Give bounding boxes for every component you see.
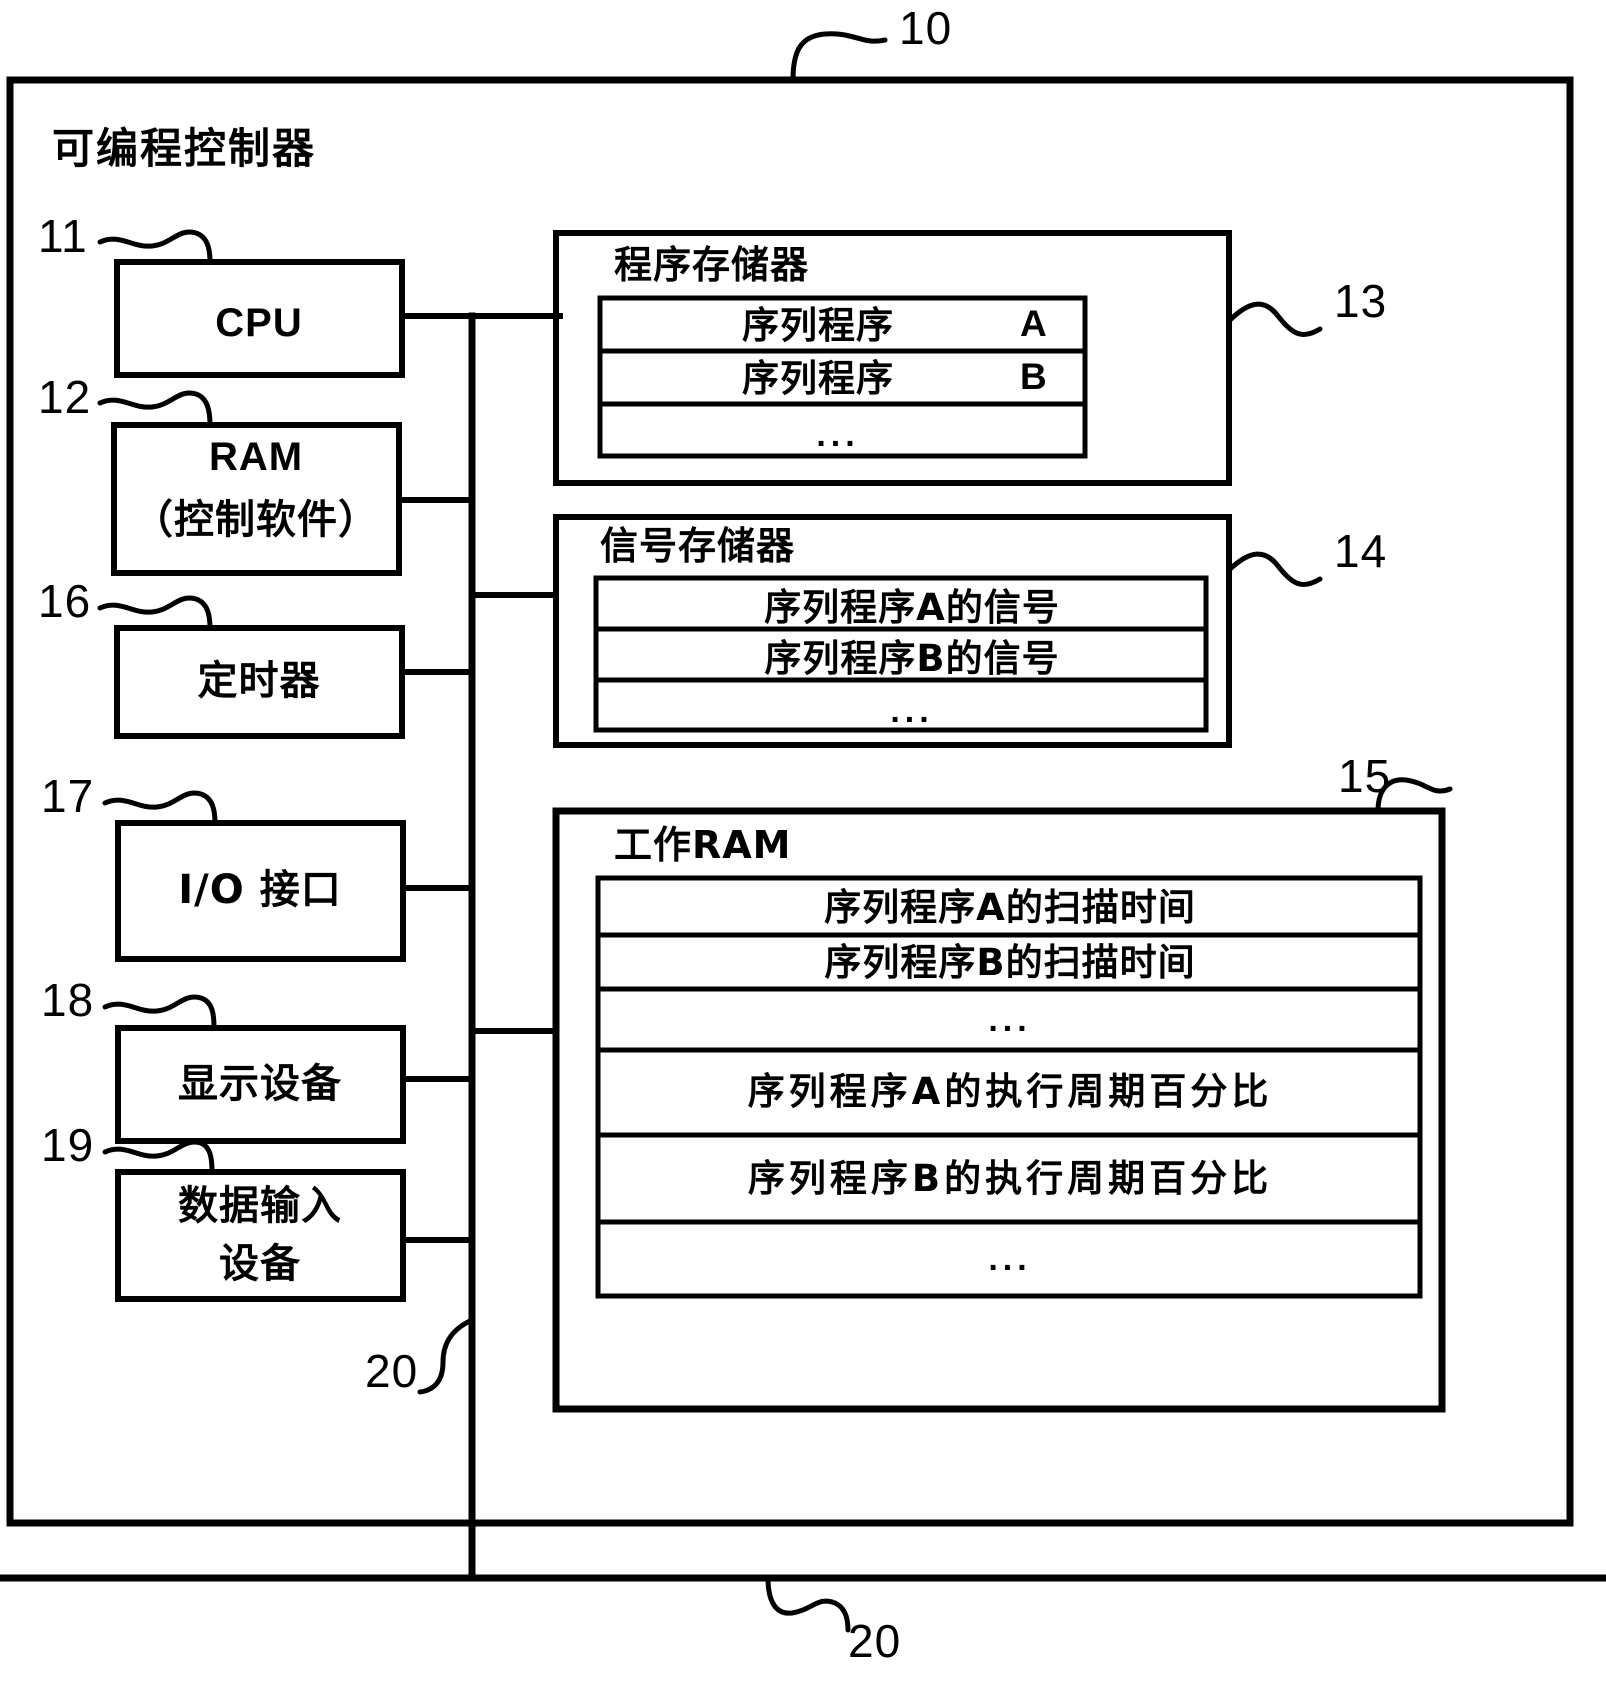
leader-16 [97, 595, 213, 631]
leader-18 [102, 994, 217, 1031]
ref-16: 16 [38, 575, 92, 627]
leader-12 [97, 390, 213, 428]
label-data-input-device-line1: 数据输入 [178, 1183, 342, 1229]
title-program-memory: 程序存储器 [614, 243, 810, 287]
work-ram-row-text-2: 序列程序B的扫描时间 [824, 941, 1196, 984]
ref-17: 17 [41, 770, 95, 822]
ref-11: 11 [38, 210, 88, 262]
work-ram-row-text-6: ... [988, 1240, 1032, 1278]
program-memory-row-text-1: 序列程序 [742, 304, 894, 347]
signal-memory-row-text-3: ... [890, 692, 934, 730]
program-memory-row-text-3: ... [816, 416, 860, 454]
ref-15: 15 [1338, 750, 1392, 802]
work-ram-row-text-1: 序列程序A的扫描时间 [824, 886, 1196, 929]
ref-20-bottom: 20 [848, 1615, 902, 1667]
work-ram-row-text-5: 序列程序B的执行周期百分比 [747, 1157, 1273, 1200]
leader-13 [1226, 301, 1323, 337]
signal-memory-row-text-2: 序列程序B的信号 [764, 637, 1060, 680]
label-display-device: 显示设备 [178, 1061, 342, 1107]
work-ram-row-text-4: 序列程序A的执行周期百分比 [747, 1070, 1273, 1113]
label-data-input-device-line2: 设备 [219, 1241, 301, 1287]
work-ram-row-text-3: ... [988, 1001, 1032, 1039]
ref-12: 12 [38, 371, 92, 423]
leader-10 [790, 31, 888, 83]
ref-10: 10 [899, 2, 953, 54]
program-memory-row-suffix-1: A [1020, 303, 1048, 344]
system-title: 可编程控制器 [52, 124, 317, 173]
label-io-interface: I/O 接口 [178, 867, 342, 913]
ref-19: 19 [41, 1119, 95, 1171]
ref-13: 13 [1334, 275, 1388, 327]
label-timer: 定时器 [197, 658, 321, 704]
leader-11 [97, 229, 213, 265]
leader-20-middle [417, 1317, 475, 1395]
title-work-ram: 工作RAM [614, 823, 792, 867]
label-cpu: CPU [215, 301, 303, 345]
program-memory-row-suffix-2: B [1020, 356, 1048, 397]
label-ram: RAM [208, 435, 304, 479]
leader-17 [102, 790, 218, 826]
program-memory-row-text-2: 序列程序 [742, 357, 894, 400]
title-signal-memory: 信号存储器 [600, 524, 796, 568]
leader-19 [102, 1139, 215, 1175]
label-ram-sub: （控制软件） [133, 497, 379, 543]
ref-18: 18 [41, 974, 95, 1026]
patent-figure: 可编程控制器 10 11 12 16 17 18 19 13 14 15 20 … [0, 0, 1606, 1694]
leader-20-bottom [765, 1575, 851, 1633]
leader-14 [1226, 551, 1323, 587]
signal-memory-row-text-1: 序列程序A的信号 [764, 586, 1060, 629]
ref-14: 14 [1334, 525, 1388, 577]
ref-20-middle: 20 [365, 1345, 419, 1397]
